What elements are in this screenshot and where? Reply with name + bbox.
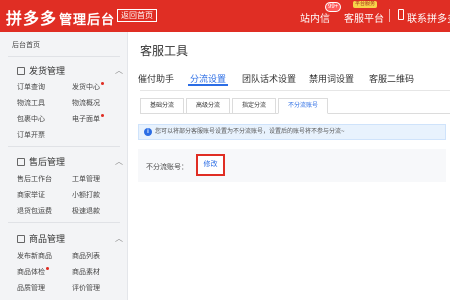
sidebar-item-package-center[interactable]: 包裹中心 [17,114,45,124]
sidebar-item-merchant-evidence[interactable]: 商家举证 [17,190,45,200]
tab-payment-reminder[interactable]: 催付助手 [138,72,174,85]
tab-service-qrcode[interactable]: 客服二维码 [369,72,414,85]
sidebar-section-products[interactable]: 商品管理 [17,232,65,245]
tab-team-scripts[interactable]: 团队话术设置 [242,72,296,85]
sidebar-item-ticket-management[interactable]: 工单管理 [72,174,100,184]
sidebar-divider [8,56,120,57]
messages-link[interactable]: 站内信 [300,10,330,25]
sidebar-item-new-product[interactable]: 发布新商品 [17,251,52,261]
service-tag-badge: 平台服务 [353,1,378,8]
chevron-up-icon[interactable]: ︿ [115,65,123,76]
subtab-no-routing-accounts[interactable]: 不分流账号 [278,98,328,114]
main-content: 客服工具 催付助手 分流设置 团队话术设置 禁用词设置 客服二维码 基础分流 高… [128,32,450,300]
sidebar-item-quality-management[interactable]: 品质管理 [17,283,45,293]
box-icon [17,234,25,243]
notice-text: 您可以将部分客服账号设置为不分流账号，设置后的账号将不参与分流~ [155,129,345,135]
sidebar-item-return-shipping[interactable]: 退货包运费 [17,206,52,216]
new-dot-icon [101,114,104,117]
sidebar-item-logistics-overview[interactable]: 物流概况 [72,98,100,108]
sidebar-item-fast-refund[interactable]: 极速退款 [72,206,100,216]
account-label: 不分流账号： [146,164,188,171]
logo-text: 拼多多 [6,11,58,28]
tabs-divider [140,90,450,91]
top-header: 拼多多管理后台 返回首页 站内信 99+ 客服平台 平台服务 联系拼多多 [0,0,450,32]
active-tab-indicator [188,84,228,86]
item-label: 商品体检 [17,269,45,276]
header-divider [389,9,390,22]
section-title: 发货管理 [29,66,66,76]
subtab-basic-routing[interactable]: 基础分流 [140,98,184,114]
sidebar-item-order-query[interactable]: 订单查询 [17,82,45,92]
sidebar-item-shipping-center[interactable]: 发货中心 [72,82,104,92]
sidebar: 后台首页 发货管理 ︿ 订单查询 发货中心 物流工具 物流概况 包裹中心 电子面… [0,32,128,300]
section-title: 售后管理 [29,157,66,167]
sidebar-divider [8,222,120,223]
back-home-button[interactable]: 返回首页 [117,9,157,22]
clipboard-icon [17,66,25,75]
item-label: 发货中心 [72,84,100,91]
messages-badge: 99+ [325,2,342,12]
sidebar-item-e-waybill[interactable]: 电子面单 [72,114,104,124]
sidebar-item-small-payment[interactable]: 小额打款 [72,190,100,200]
new-dot-icon [46,267,49,270]
subtab-designated-routing[interactable]: 指定分流 [232,98,276,114]
info-notice: i 您可以将部分客服账号设置为不分流账号，设置后的账号将不参与分流~ [138,124,446,140]
no-routing-account-panel: 不分流账号： 修改 [138,149,446,182]
sidebar-item-product-list[interactable]: 商品列表 [72,251,100,261]
brand-logo[interactable]: 拼多多 管理后台 [6,5,115,29]
section-title: 商品管理 [29,234,66,244]
sidebar-home-link[interactable]: 后台首页 [12,40,40,50]
sidebar-item-review-management[interactable]: 评价管理 [72,283,100,293]
service-platform-link[interactable]: 客服平台 [344,10,384,25]
sidebar-item-invoicing[interactable]: 订单开票 [17,130,45,140]
modify-button[interactable]: 修改 [196,154,225,176]
subtab-advanced-routing[interactable]: 高级分流 [186,98,230,114]
logo-subtitle: 管理后台 [59,12,116,27]
sidebar-section-shipping[interactable]: 发货管理 [17,64,65,77]
phone-icon [398,9,404,20]
contact-link[interactable]: 联系拼多多 [407,10,450,25]
page-title: 客服工具 [140,44,189,58]
item-label: 电子面单 [72,116,100,123]
tab-banned-words[interactable]: 禁用词设置 [309,72,354,85]
sidebar-item-product-checkup[interactable]: 商品体检 [17,267,49,277]
sidebar-item-logistics-tools[interactable]: 物流工具 [17,98,45,108]
chevron-up-icon[interactable]: ︿ [115,233,123,244]
chevron-up-icon[interactable]: ︿ [115,156,123,167]
shield-icon [17,157,25,166]
sidebar-item-product-materials[interactable]: 商品素材 [72,267,100,277]
sidebar-divider [8,146,120,147]
new-dot-icon [101,82,104,85]
sidebar-item-aftersales-workbench[interactable]: 售后工作台 [17,174,52,184]
sidebar-section-aftersales[interactable]: 售后管理 [17,155,65,168]
info-icon: i [144,128,152,136]
